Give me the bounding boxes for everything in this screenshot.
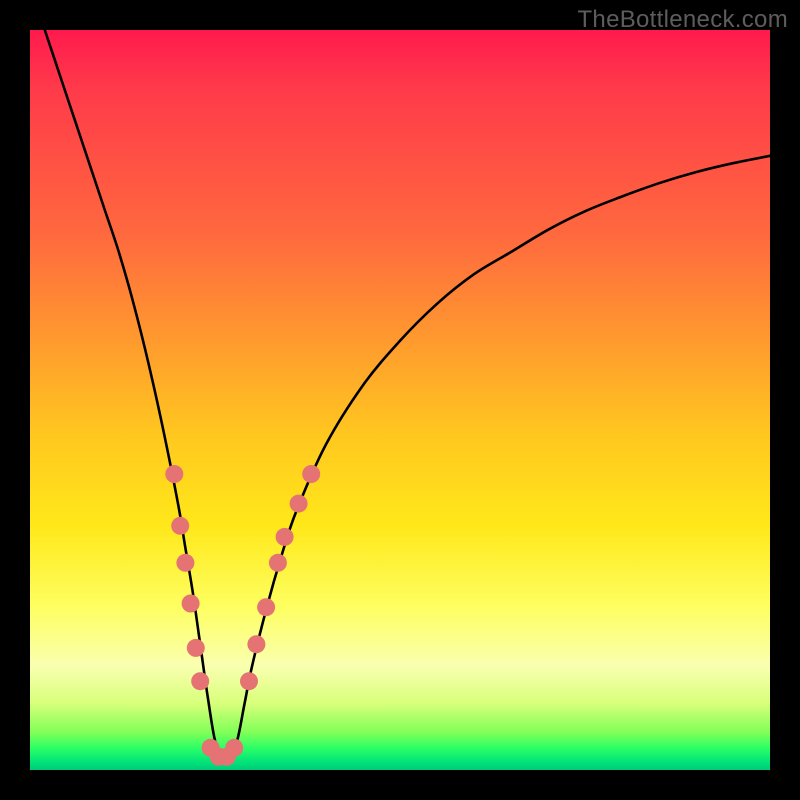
curve-dot [182, 595, 200, 613]
chart-frame: TheBottleneck.com [0, 0, 800, 800]
curve-dot [176, 554, 194, 572]
curve-dot [240, 672, 258, 690]
curve-dot [165, 465, 183, 483]
curve-dot [269, 554, 287, 572]
curve-dot [276, 528, 294, 546]
curve-dot [191, 672, 209, 690]
bottleneck-curve-path [45, 30, 770, 757]
curve-dot [247, 635, 265, 653]
curve-svg [30, 30, 770, 770]
curve-dot [187, 639, 205, 657]
curve-dot [302, 465, 320, 483]
curve-dot [225, 739, 243, 757]
curve-dots [165, 465, 320, 766]
curve-dot [171, 517, 189, 535]
plot-area [30, 30, 770, 770]
bottleneck-curve [45, 30, 770, 757]
curve-dot [290, 495, 308, 513]
curve-dot [257, 598, 275, 616]
